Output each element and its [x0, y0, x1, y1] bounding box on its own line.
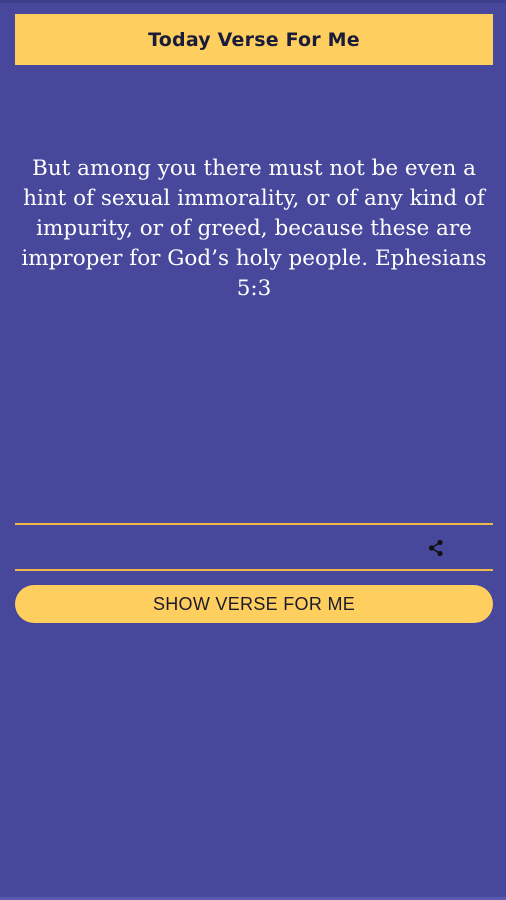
verse-container: But among you there must not be even a h… — [15, 80, 493, 520]
share-icon — [428, 539, 443, 557]
app-header: Today Verse For Me — [15, 14, 493, 65]
show-verse-button-label: SHOW VERSE FOR ME — [152, 593, 356, 614]
divider-bottom — [15, 569, 493, 571]
page-title: Today Verse For Me — [148, 28, 360, 51]
divider-top — [15, 523, 493, 525]
show-verse-button[interactable]: SHOW VERSE FOR ME — [15, 585, 493, 623]
share-button[interactable] — [425, 537, 447, 559]
verse-text: But among you there must not be even a h… — [21, 156, 487, 301]
status-edge — [0, 0, 506, 3]
